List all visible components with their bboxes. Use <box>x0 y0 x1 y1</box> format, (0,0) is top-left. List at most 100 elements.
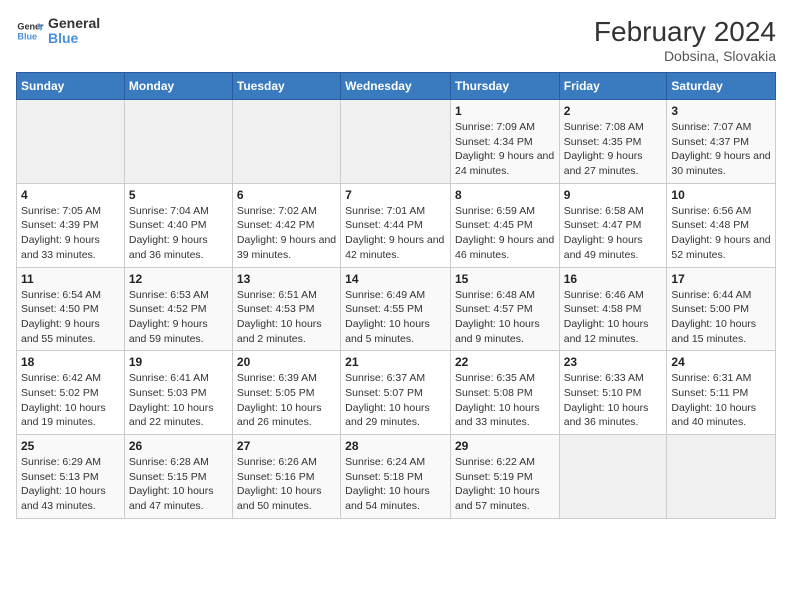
day-info: Sunrise: 6:54 AMSunset: 4:50 PMDaylight:… <box>21 288 120 347</box>
logo-text-general: General <box>48 16 100 31</box>
calendar-cell: 5Sunrise: 7:04 AMSunset: 4:40 PMDaylight… <box>124 183 232 267</box>
day-number: 4 <box>21 188 120 202</box>
calendar-cell: 4 Sunrise: 7:05 AMSunset: 4:39 PMDaylight… <box>17 183 125 267</box>
day-info: Sunrise: 7:08 AMSunset: 4:35 PMDaylight:… <box>564 120 663 179</box>
weekday-header-saturday: Saturday <box>667 73 776 100</box>
day-info: Sunrise: 6:59 AMSunset: 4:45 PMDaylight:… <box>455 204 555 263</box>
weekday-header-friday: Friday <box>559 73 667 100</box>
weekday-header-thursday: Thursday <box>450 73 559 100</box>
svg-text:Blue: Blue <box>17 32 37 42</box>
calendar-cell: 13Sunrise: 6:51 AMSunset: 4:53 PMDayligh… <box>232 267 340 351</box>
page-subtitle: Dobsina, Slovakia <box>594 48 776 64</box>
calendar-week-row: 18 Sunrise: 6:42 AMSunset: 5:02 PMDayligh… <box>17 351 776 435</box>
weekday-header-monday: Monday <box>124 73 232 100</box>
day-info: Sunrise: 6:24 AMSunset: 5:18 PMDaylight:… <box>345 455 446 514</box>
day-number: 18 <box>21 355 120 369</box>
calendar-cell: 29 Sunrise: 6:22 AMSunset: 5:19 PMDayligh… <box>450 435 559 519</box>
calendar-cell: 26 Sunrise: 6:28 AMSunset: 5:15 PMDayligh… <box>124 435 232 519</box>
day-info: Sunrise: 6:42 AMSunset: 5:02 PMDaylight:… <box>21 371 120 430</box>
calendar-cell: 2Sunrise: 7:08 AMSunset: 4:35 PMDaylight… <box>559 100 667 184</box>
day-number: 11 <box>21 272 120 286</box>
calendar-week-row: 1 Sunrise: 7:09 AMSunset: 4:34 PMDaylight… <box>17 100 776 184</box>
calendar-cell: 16 Sunrise: 6:46 AMSunset: 4:58 PMDayligh… <box>559 267 667 351</box>
day-info: Sunrise: 7:02 AMSunset: 4:42 PMDaylight:… <box>237 204 336 263</box>
day-number: 14 <box>345 272 446 286</box>
calendar-cell: 19 Sunrise: 6:41 AMSunset: 5:03 PMDayligh… <box>124 351 232 435</box>
day-info: Sunrise: 7:01 AMSunset: 4:44 PMDaylight:… <box>345 204 446 263</box>
day-info: Sunrise: 7:05 AMSunset: 4:39 PMDaylight:… <box>21 204 120 263</box>
day-number: 27 <box>237 439 336 453</box>
calendar-week-row: 25 Sunrise: 6:29 AMSunset: 5:13 PMDayligh… <box>17 435 776 519</box>
day-info: Sunrise: 7:07 AMSunset: 4:37 PMDaylight:… <box>671 120 771 179</box>
day-info: Sunrise: 6:28 AMSunset: 5:15 PMDaylight:… <box>129 455 228 514</box>
calendar-body: 1 Sunrise: 7:09 AMSunset: 4:34 PMDaylight… <box>17 100 776 519</box>
calendar-cell <box>559 435 667 519</box>
day-number: 28 <box>345 439 446 453</box>
weekday-header-wednesday: Wednesday <box>341 73 451 100</box>
calendar-week-row: 4 Sunrise: 7:05 AMSunset: 4:39 PMDaylight… <box>17 183 776 267</box>
page-header: General Blue General Blue February 2024 … <box>16 16 776 64</box>
calendar-cell: 25 Sunrise: 6:29 AMSunset: 5:13 PMDayligh… <box>17 435 125 519</box>
weekday-header-sunday: Sunday <box>17 73 125 100</box>
title-block: February 2024 Dobsina, Slovakia <box>594 16 776 64</box>
calendar-cell: 18 Sunrise: 6:42 AMSunset: 5:02 PMDayligh… <box>17 351 125 435</box>
day-number: 29 <box>455 439 555 453</box>
calendar-cell <box>17 100 125 184</box>
day-info: Sunrise: 6:53 AMSunset: 4:52 PMDaylight:… <box>129 288 228 347</box>
calendar-cell: 12 Sunrise: 6:53 AMSunset: 4:52 PMDayligh… <box>124 267 232 351</box>
calendar-cell <box>667 435 776 519</box>
logo-icon: General Blue <box>16 17 44 45</box>
day-number: 20 <box>237 355 336 369</box>
day-info: Sunrise: 6:48 AMSunset: 4:57 PMDaylight:… <box>455 288 555 347</box>
day-info: Sunrise: 6:58 AMSunset: 4:47 PMDaylight:… <box>564 204 663 263</box>
calendar-cell: 24Sunrise: 6:31 AMSunset: 5:11 PMDayligh… <box>667 351 776 435</box>
calendar-cell: 23Sunrise: 6:33 AMSunset: 5:10 PMDayligh… <box>559 351 667 435</box>
day-info: Sunrise: 6:33 AMSunset: 5:10 PMDaylight:… <box>564 371 663 430</box>
day-number: 15 <box>455 272 555 286</box>
day-number: 19 <box>129 355 228 369</box>
calendar-cell: 14 Sunrise: 6:49 AMSunset: 4:55 PMDayligh… <box>341 267 451 351</box>
day-number: 24 <box>671 355 771 369</box>
day-info: Sunrise: 6:51 AMSunset: 4:53 PMDaylight:… <box>237 288 336 347</box>
calendar-cell: 27 Sunrise: 6:26 AMSunset: 5:16 PMDayligh… <box>232 435 340 519</box>
calendar-cell: 7 Sunrise: 7:01 AMSunset: 4:44 PMDaylight… <box>341 183 451 267</box>
calendar-cell: 8 Sunrise: 6:59 AMSunset: 4:45 PMDaylight… <box>450 183 559 267</box>
day-number: 16 <box>564 272 663 286</box>
day-number: 7 <box>345 188 446 202</box>
calendar-cell: 9 Sunrise: 6:58 AMSunset: 4:47 PMDaylight… <box>559 183 667 267</box>
day-info: Sunrise: 6:44 AMSunset: 5:00 PMDaylight:… <box>671 288 771 347</box>
calendar-cell: 3 Sunrise: 7:07 AMSunset: 4:37 PMDaylight… <box>667 100 776 184</box>
day-info: Sunrise: 7:09 AMSunset: 4:34 PMDaylight:… <box>455 120 555 179</box>
day-number: 17 <box>671 272 771 286</box>
day-number: 8 <box>455 188 555 202</box>
calendar-cell: 20Sunrise: 6:39 AMSunset: 5:05 PMDayligh… <box>232 351 340 435</box>
calendar-cell: 6 Sunrise: 7:02 AMSunset: 4:42 PMDaylight… <box>232 183 340 267</box>
day-number: 3 <box>671 104 771 118</box>
day-number: 9 <box>564 188 663 202</box>
day-number: 10 <box>671 188 771 202</box>
day-info: Sunrise: 6:35 AMSunset: 5:08 PMDaylight:… <box>455 371 555 430</box>
day-number: 1 <box>455 104 555 118</box>
day-number: 12 <box>129 272 228 286</box>
day-number: 6 <box>237 188 336 202</box>
day-info: Sunrise: 6:49 AMSunset: 4:55 PMDaylight:… <box>345 288 446 347</box>
day-info: Sunrise: 6:26 AMSunset: 5:16 PMDaylight:… <box>237 455 336 514</box>
day-info: Sunrise: 6:22 AMSunset: 5:19 PMDaylight:… <box>455 455 555 514</box>
day-info: Sunrise: 6:29 AMSunset: 5:13 PMDaylight:… <box>21 455 120 514</box>
calendar-cell: 22Sunrise: 6:35 AMSunset: 5:08 PMDayligh… <box>450 351 559 435</box>
day-number: 25 <box>21 439 120 453</box>
day-info: Sunrise: 7:04 AMSunset: 4:40 PMDaylight:… <box>129 204 228 263</box>
calendar-cell <box>232 100 340 184</box>
day-info: Sunrise: 6:37 AMSunset: 5:07 PMDaylight:… <box>345 371 446 430</box>
day-info: Sunrise: 6:56 AMSunset: 4:48 PMDaylight:… <box>671 204 771 263</box>
weekday-header-tuesday: Tuesday <box>232 73 340 100</box>
calendar-cell: 21Sunrise: 6:37 AMSunset: 5:07 PMDayligh… <box>341 351 451 435</box>
day-info: Sunrise: 6:41 AMSunset: 5:03 PMDaylight:… <box>129 371 228 430</box>
calendar-cell: 17 Sunrise: 6:44 AMSunset: 5:00 PMDayligh… <box>667 267 776 351</box>
calendar-table: SundayMondayTuesdayWednesdayThursdayFrid… <box>16 72 776 519</box>
calendar-cell: 28 Sunrise: 6:24 AMSunset: 5:18 PMDayligh… <box>341 435 451 519</box>
day-info: Sunrise: 6:46 AMSunset: 4:58 PMDaylight:… <box>564 288 663 347</box>
calendar-cell: 11 Sunrise: 6:54 AMSunset: 4:50 PMDayligh… <box>17 267 125 351</box>
calendar-cell: 10 Sunrise: 6:56 AMSunset: 4:48 PMDayligh… <box>667 183 776 267</box>
day-number: 26 <box>129 439 228 453</box>
